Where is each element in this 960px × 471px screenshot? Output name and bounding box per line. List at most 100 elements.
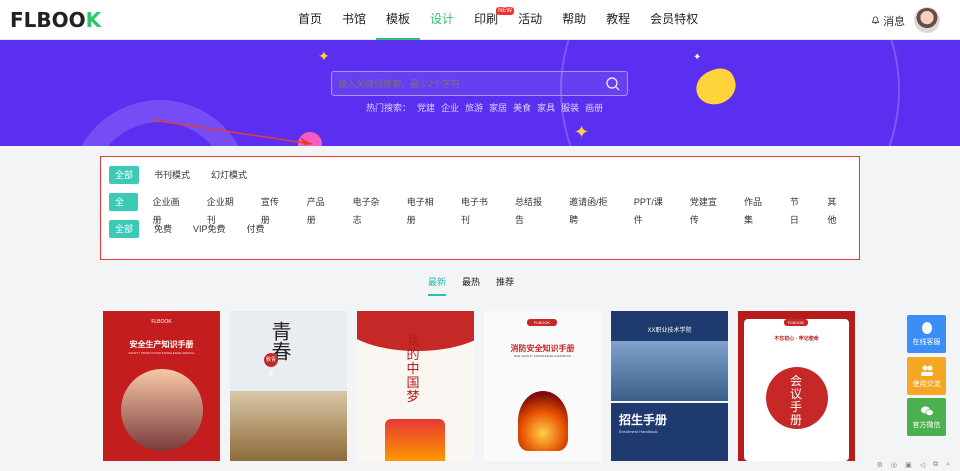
- filter-chip[interactable]: 党建宣传: [684, 193, 729, 225]
- filter-chip[interactable]: 节日: [784, 193, 813, 225]
- system-tray: ⚙ ◎ ▣ ◁ ⧉ ⌕: [840, 461, 960, 471]
- filter-chip[interactable]: 产品册: [301, 193, 338, 225]
- card-title: 安全生产知识手册: [129, 340, 194, 349]
- tray-icon[interactable]: ▣: [905, 461, 912, 471]
- tab-recommended[interactable]: 推荐: [496, 275, 514, 296]
- hot-word[interactable]: 家具: [537, 101, 555, 114]
- card-subtitle: 不忘初心 · 牢记使命: [774, 336, 819, 342]
- card-image: [121, 369, 203, 451]
- template-card[interactable]: XX职业技术学院 招生手册 Enrollment Handbook: [611, 311, 728, 461]
- card-subtitle: FIRE SAFETY KNOWLEDGE HANDBOOK: [513, 354, 572, 358]
- wechat-button[interactable]: 官方微信: [907, 398, 946, 436]
- chat-penguin-icon: [921, 322, 932, 334]
- nav-help[interactable]: 帮助: [552, 0, 596, 40]
- filter-chip[interactable]: 作品集: [738, 193, 775, 225]
- tray-icon[interactable]: ◎: [891, 461, 897, 471]
- filter-chip[interactable]: PPT/课件: [628, 193, 675, 225]
- card-title: 招生手册: [619, 413, 668, 427]
- card-title: 消防安全知识手册: [510, 344, 575, 353]
- logo-accent: K: [85, 8, 102, 32]
- main-nav: 首页 书馆 模板 设计 印刷 NEW 活动 帮助 教程 会员特权: [288, 0, 708, 40]
- card-image: [385, 419, 445, 461]
- card-image: [518, 391, 568, 451]
- hot-word[interactable]: 服装: [561, 101, 579, 114]
- bell-icon: [871, 16, 880, 24]
- hot-word[interactable]: 党建: [417, 101, 435, 114]
- template-card[interactable]: FLBOOK 安全生产知识手册 SAFETY PRODUCTION KNOWLE…: [103, 311, 220, 461]
- hot-word[interactable]: 画册: [585, 101, 603, 114]
- users-icon: [920, 365, 933, 376]
- card-image: [611, 341, 728, 401]
- filter-chip[interactable]: 其他: [821, 193, 850, 225]
- tray-icon[interactable]: ⧉: [933, 461, 938, 471]
- star-icon: ✦: [318, 48, 330, 64]
- filter-panel: 全部 书刊模式 幻灯模式 全部 企业画册 企业期刊 宣传册 产品册 电子杂志 电…: [100, 156, 860, 260]
- template-card[interactable]: FLBOOK 不忘初心 · 牢记使命 会议手册: [738, 311, 855, 461]
- filter-chip[interactable]: 书刊模式: [148, 166, 196, 184]
- filter-chip[interactable]: 电子杂志: [347, 193, 392, 225]
- hero-banner: ✦ ✦ ✦ 热门搜索： 党建 企业 旅游 家居 美食 家具 服装 画册: [0, 40, 960, 146]
- star-icon: ✦: [693, 52, 702, 63]
- filter-chip[interactable]: 总结报告: [509, 193, 554, 225]
- tray-icon[interactable]: ⌕: [946, 461, 950, 471]
- arrow-annotation: [151, 119, 313, 145]
- site-logo[interactable]: FLBOOK: [10, 8, 101, 32]
- nav-print[interactable]: 印刷 NEW: [464, 0, 515, 40]
- filter-chip[interactable]: VIP免费: [187, 220, 232, 238]
- hot-search-label: 热门搜索：: [366, 103, 412, 113]
- filter-chip[interactable]: 企业画册: [147, 193, 192, 225]
- filter-chip[interactable]: 企业期刊: [201, 193, 246, 225]
- side-tool-label: 在线客服: [912, 339, 941, 346]
- nav-membership[interactable]: 会员特权: [640, 0, 708, 40]
- nav-design[interactable]: 设计: [420, 0, 464, 40]
- tab-hottest[interactable]: 最热: [462, 275, 480, 296]
- tray-icon[interactable]: ◁: [920, 461, 925, 471]
- filter-chip[interactable]: 全部: [109, 193, 138, 225]
- nav-tutorials[interactable]: 教程: [596, 0, 640, 40]
- filter-chip[interactable]: 付费: [241, 220, 271, 238]
- hot-searches: 热门搜索： 党建 企业 旅游 家居 美食 家具 服装 画册: [366, 101, 603, 114]
- search-icon[interactable]: [605, 76, 621, 92]
- filter-chip[interactable]: 宣传册: [255, 193, 292, 225]
- filter-row-price: 全部 免费 VIP免费 付费: [109, 219, 280, 239]
- filter-chip[interactable]: 电子书刊: [455, 193, 500, 225]
- tab-newest[interactable]: 最新: [428, 275, 447, 296]
- nav-home[interactable]: 首页: [288, 0, 332, 40]
- star-icon: ✦: [574, 122, 590, 142]
- filter-chip[interactable]: 免费: [148, 220, 178, 238]
- nav-templates[interactable]: 模板: [376, 0, 421, 40]
- hot-word[interactable]: 美食: [513, 101, 531, 114]
- filter-chip[interactable]: 全部: [109, 166, 140, 184]
- card-image: [230, 391, 347, 461]
- filter-chip[interactable]: 邀请函/拒聘: [563, 193, 619, 225]
- template-card[interactable]: 我的中国梦: [357, 311, 474, 461]
- messages-label: 消息: [883, 16, 906, 28]
- messages-link[interactable]: 消息: [871, 13, 905, 29]
- filter-chip[interactable]: 电子相册: [401, 193, 446, 225]
- hot-word[interactable]: 旅游: [465, 101, 483, 114]
- search-box: [331, 71, 628, 96]
- filter-row-mode: 全部 书刊模式 幻灯模式: [109, 165, 262, 185]
- card-brand: FLBOOK: [151, 319, 172, 325]
- avatar[interactable]: [914, 7, 940, 33]
- card-title: 会议手册: [790, 374, 803, 427]
- card-brand: FLBOOK: [527, 319, 557, 326]
- tray-icon[interactable]: ⚙: [877, 461, 883, 471]
- search-input[interactable]: [332, 72, 602, 95]
- side-tool-label: 官方微信: [912, 422, 941, 429]
- card-school: XX职业技术学院: [647, 328, 692, 334]
- nav-library[interactable]: 书馆: [332, 0, 376, 40]
- filter-chip[interactable]: 全部: [109, 220, 140, 238]
- user-community-button[interactable]: 使用交流: [907, 357, 946, 395]
- template-card[interactable]: 青春 致青春: [230, 311, 347, 461]
- template-card[interactable]: FLBOOK 消防安全知识手册 FIRE SAFETY KNOWLEDGE HA…: [484, 311, 601, 461]
- card-subtitle: Enrollment Handbook: [619, 429, 658, 434]
- nav-events[interactable]: 活动: [508, 0, 552, 40]
- top-navigation: FLBOOK 首页 书馆 模板 设计 印刷 NEW 活动 帮助 教程 会员特权 消…: [0, 0, 960, 40]
- filter-chip[interactable]: 幻灯模式: [205, 166, 253, 184]
- online-support-button[interactable]: 在线客服: [907, 315, 946, 353]
- card-subtitle: SAFETY PRODUCTION KNOWLEDGE MANUAL: [128, 351, 195, 355]
- hot-word[interactable]: 家居: [489, 101, 507, 114]
- hot-word[interactable]: 企业: [441, 101, 459, 114]
- wechat-icon: [920, 406, 934, 416]
